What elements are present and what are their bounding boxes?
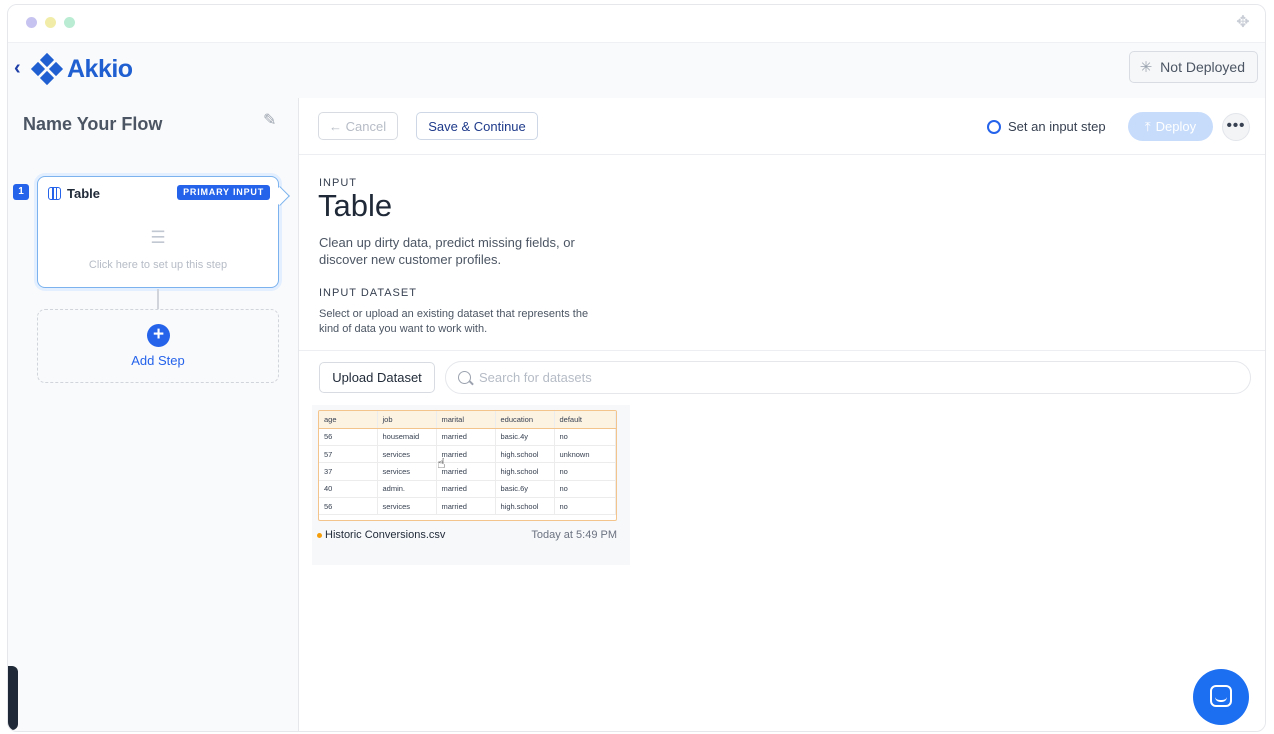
- preview-row: 37 services married high.school no: [319, 462, 616, 481]
- step-description: Clean up dirty data, predict missing fie…: [319, 235, 575, 267]
- hand-cursor-icon: ☝: [437, 455, 446, 471]
- add-step-button[interactable]: + Add Step: [37, 309, 279, 383]
- move-icon[interactable]: ✥: [1233, 13, 1253, 33]
- preview-cell: 40: [319, 480, 378, 498]
- preview-cell: married: [436, 428, 496, 447]
- edit-icon[interactable]: ✎: [263, 112, 281, 130]
- dataset-card[interactable]: age job marital education default 56 hou…: [312, 405, 630, 565]
- dataset-search-box[interactable]: [445, 361, 1251, 394]
- dataset-preview: age job marital education default 56 hou…: [318, 410, 617, 521]
- step-header: Table: [48, 186, 100, 201]
- preview-cell: services: [377, 445, 437, 464]
- step-heading: Table: [318, 188, 393, 223]
- step-number-badge: 1: [13, 184, 29, 200]
- flow-name-title[interactable]: Name Your Flow: [23, 114, 162, 135]
- preview-cell: basic.4y: [495, 428, 555, 447]
- divider: [299, 350, 1265, 351]
- side-drawer-handle[interactable]: [8, 666, 18, 730]
- preview-row: 40 admin. married basic.6y no: [319, 480, 616, 498]
- dataset-preview-table: age job marital education default 56 hou…: [319, 411, 616, 516]
- plus-icon: +: [147, 324, 170, 347]
- preview-header-row: age job marital education default: [319, 411, 616, 429]
- preview-cell: no: [554, 497, 616, 516]
- brand-name: Akkio: [67, 54, 133, 83]
- chat-support-button[interactable]: [1193, 669, 1249, 725]
- back-chevron-icon[interactable]: ‹: [14, 58, 21, 78]
- title-bar: ✥: [8, 5, 1265, 43]
- sliders-icon: ☰: [150, 228, 166, 247]
- preview-cell: high.school: [495, 462, 555, 481]
- upload-dataset-button[interactable]: Upload Dataset: [319, 362, 435, 393]
- radio-ring-icon: [987, 119, 1001, 134]
- preview-cell: housemaid: [377, 428, 437, 447]
- preview-col-header: marital: [436, 411, 496, 429]
- preview-col-header: education: [495, 411, 555, 429]
- table-icon: [48, 187, 61, 200]
- upload-arrow-icon: ⤒: [1144, 118, 1151, 134]
- step-connector: [157, 289, 159, 309]
- window-maximize-dot[interactable]: [64, 17, 75, 28]
- preview-cell: no: [554, 480, 616, 498]
- step-pointer: [270, 186, 290, 206]
- deploy-button[interactable]: ⤒ Deploy: [1128, 112, 1213, 141]
- preview-row: 57 services married high.school unknown: [319, 445, 616, 464]
- input-step-indicator[interactable]: Set an input step: [987, 119, 1106, 134]
- dataset-description: Select or upload an existing dataset tha…: [319, 308, 589, 335]
- input-step-label: Set an input step: [1008, 119, 1106, 134]
- preview-cell: admin.: [377, 480, 437, 498]
- step-title: Table: [67, 186, 100, 201]
- preview-cell: no: [554, 462, 616, 481]
- main-panel: ← Cancel Save & Continue Set an input st…: [298, 98, 1265, 731]
- step-setup-hint: Click here to set up this step: [88, 259, 228, 271]
- preview-row: 56 housemaid married basic.4y no: [319, 428, 616, 447]
- section-label-input-dataset: INPUT DATASET: [319, 287, 417, 299]
- step-toolbar: ← Cancel Save & Continue Set an input st…: [299, 98, 1265, 155]
- logo-mark-icon: [30, 52, 64, 86]
- status-dot-icon: [317, 532, 322, 538]
- preview-cell: high.school: [495, 497, 555, 516]
- deploy-status-badge[interactable]: ✳ Not Deployed: [1128, 51, 1258, 83]
- add-step-label: Add Step: [131, 353, 185, 368]
- sparkle-icon: ✳: [1139, 59, 1153, 76]
- app-window: ✥ ‹ Akkio ✳ Not Deployed Name Your Flow …: [7, 4, 1266, 732]
- preview-cell: 56: [319, 497, 378, 516]
- flow-sidebar: Name Your Flow ✎ 1 Table PRIMARY INPUT ☰…: [8, 98, 297, 731]
- preview-cell: unknown: [554, 445, 616, 464]
- window-minimize-dot[interactable]: [45, 17, 56, 28]
- preview-cell: no: [554, 428, 616, 447]
- preview-cell: basic.6y: [495, 480, 555, 498]
- more-options-button[interactable]: •••: [1222, 113, 1250, 141]
- deploy-status-label: Not Deployed: [1160, 59, 1245, 75]
- chat-icon: [1210, 685, 1232, 707]
- preview-cell: 37: [319, 462, 378, 481]
- save-continue-button[interactable]: Save & Continue: [416, 112, 538, 140]
- preview-row: 56 services married high.school no: [319, 497, 616, 516]
- primary-input-badge: PRIMARY INPUT: [177, 185, 270, 200]
- dataset-name: Historic Conversions.csv: [317, 529, 445, 541]
- preview-col-header: default: [554, 411, 616, 429]
- step-card-table[interactable]: Table PRIMARY INPUT ☰ Click here to set …: [37, 176, 290, 288]
- app-header: ‹ Akkio ✳ Not Deployed: [8, 44, 1265, 98]
- search-icon: [458, 371, 471, 384]
- preview-cell: married: [436, 480, 496, 498]
- preview-cell: 57: [319, 445, 378, 464]
- preview-cell: 56: [319, 428, 378, 447]
- preview-col-header: age: [319, 411, 378, 429]
- window-close-dot[interactable]: [26, 17, 37, 28]
- preview-cell: high.school: [495, 445, 555, 464]
- cancel-button[interactable]: ← Cancel: [318, 112, 398, 140]
- preview-cell: services: [377, 462, 437, 481]
- preview-col-header: job: [377, 411, 437, 429]
- akkio-logo[interactable]: Akkio: [30, 52, 133, 86]
- preview-cell: services: [377, 497, 437, 516]
- dataset-search-input[interactable]: [479, 370, 1179, 385]
- deploy-label: Deploy: [1155, 119, 1197, 134]
- dataset-timestamp: Today at 5:49 PM: [531, 529, 617, 541]
- dataset-name-label: Historic Conversions.csv: [325, 529, 446, 541]
- preview-cell: married: [436, 497, 496, 516]
